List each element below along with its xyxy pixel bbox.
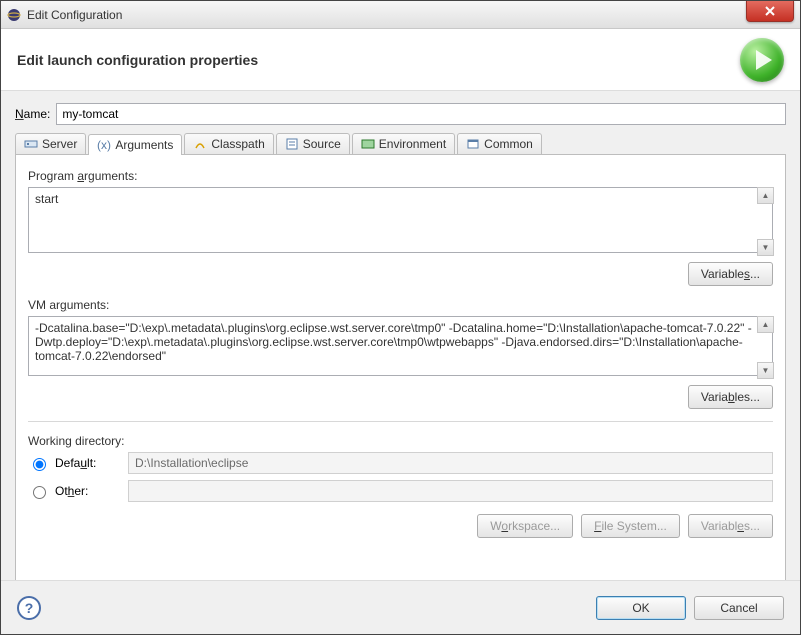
tab-source[interactable]: Source — [276, 133, 350, 154]
dialog-window: Edit Configuration Edit launch configura… — [0, 0, 801, 635]
run-icon — [740, 38, 784, 82]
tab-server[interactable]: Server — [15, 133, 86, 154]
program-args-textarea[interactable] — [28, 187, 773, 253]
workspace-button: Workspace... — [477, 514, 573, 538]
svg-text:(x)=: (x)= — [97, 138, 111, 152]
tab-classpath[interactable]: Classpath — [184, 133, 273, 154]
separator — [28, 421, 773, 422]
vm-args-label: VM arguments: — [28, 298, 773, 312]
tab-bar: Server (x)= Arguments Classpath Source E… — [15, 131, 786, 155]
eclipse-icon — [7, 8, 21, 22]
default-dir-field — [128, 452, 773, 474]
program-variables-button[interactable]: Variables... — [688, 262, 773, 286]
source-icon — [285, 137, 299, 151]
dialog-footer: ? OK Cancel — [1, 580, 800, 634]
filesystem-button: File System... — [581, 514, 680, 538]
server-icon — [24, 137, 38, 151]
classpath-icon — [193, 137, 207, 151]
other-radio[interactable]: Other: — [28, 483, 128, 499]
name-row: Name: — [15, 103, 786, 125]
default-radio-input[interactable] — [33, 458, 46, 471]
other-dir-field — [128, 480, 773, 502]
tab-arguments[interactable]: (x)= Arguments — [88, 134, 182, 155]
name-label: Name: — [15, 107, 50, 121]
default-radio[interactable]: Default: — [28, 455, 128, 471]
vm-variables-button[interactable]: Variables... — [688, 385, 773, 409]
tab-common[interactable]: Common — [457, 133, 542, 154]
titlebar[interactable]: Edit Configuration — [1, 1, 800, 29]
working-directory-group: Default: Other: — [28, 452, 773, 502]
tab-environment[interactable]: Environment — [352, 133, 455, 154]
environment-icon — [361, 137, 375, 151]
vm-args-textarea[interactable] — [28, 316, 773, 376]
tab-label: Common — [484, 137, 533, 151]
scroll-up-icon[interactable]: ▲ — [757, 187, 774, 204]
window-title: Edit Configuration — [27, 8, 122, 22]
cancel-button[interactable]: Cancel — [694, 596, 784, 620]
arguments-icon: (x)= — [97, 138, 111, 152]
working-directory-label: Working directory: — [28, 434, 773, 448]
tab-label: Arguments — [115, 138, 173, 152]
dialog-title: Edit launch configuration properties — [17, 52, 258, 68]
scroll-down-icon[interactable]: ▼ — [757, 239, 774, 256]
tab-label: Classpath — [211, 137, 264, 151]
name-input[interactable] — [56, 103, 786, 125]
content-area: Name: Server (x)= Arguments Classpath So… — [1, 91, 800, 635]
wd-variables-button: Variables... — [688, 514, 773, 538]
help-button[interactable]: ? — [17, 596, 41, 620]
dialog-header: Edit launch configuration properties — [1, 29, 800, 91]
program-args-label: Program arguments: — [28, 169, 773, 183]
tab-label: Environment — [379, 137, 446, 151]
close-icon — [764, 5, 776, 17]
scroll-down-icon[interactable]: ▼ — [757, 362, 774, 379]
arguments-panel: Program arguments: ▲ ▼ Variables... VM a… — [15, 155, 786, 588]
scroll-up-icon[interactable]: ▲ — [757, 316, 774, 333]
ok-button[interactable]: OK — [596, 596, 686, 620]
common-icon — [466, 137, 480, 151]
tab-label: Source — [303, 137, 341, 151]
tab-label: Server — [42, 137, 77, 151]
close-button[interactable] — [746, 0, 794, 22]
other-radio-input[interactable] — [33, 486, 46, 499]
